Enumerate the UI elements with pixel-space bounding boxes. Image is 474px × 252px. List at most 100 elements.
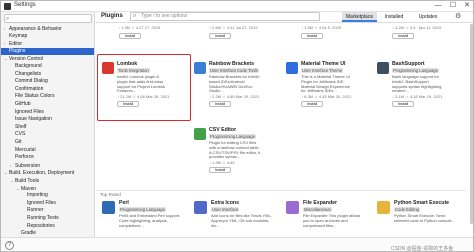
install-button[interactable]: Install xyxy=(301,33,323,39)
sidebar-item-ignored-files[interactable]: Ignored Files xyxy=(1,108,94,117)
sidebar-item-confirmation[interactable]: Confirmation xyxy=(1,85,94,94)
python-smart-execute-icon xyxy=(377,201,390,214)
sidebar-item-running-tests[interactable]: Running Tests xyxy=(1,215,94,223)
extra-icons-icon xyxy=(194,201,207,214)
plugin-tag: Programming Language xyxy=(209,134,256,139)
marketplace-search-input[interactable]: ⌕ Type / to see options xyxy=(130,12,320,21)
sidebar-item-editor[interactable]: › Editor xyxy=(1,40,94,48)
sidebar-item-perforce[interactable]: Perforce xyxy=(1,154,94,162)
plugin-card-rainbow-brackets[interactable]: Rainbow Brackets User Interface Code Too… xyxy=(192,60,262,120)
plugin-tag: Miscellaneous xyxy=(303,207,332,212)
plugin-meta: ↓ 1.9M ☆ 4.65 xyxy=(209,160,235,165)
page-title: Plugins xyxy=(101,13,123,19)
sidebar-item-label: Version Control xyxy=(9,56,44,63)
plugin-card-bashsupport[interactable]: BashSupport Programming Language Bash la… xyxy=(375,60,445,120)
sidebar-item-subversion[interactable]: › Subversion xyxy=(1,162,94,170)
top-row-meta: ↓ 2.6M ☆ 4.41 Jul 27, 2019 xyxy=(209,25,258,30)
sidebar-item-label: Mercurial xyxy=(15,146,36,153)
gear-icon[interactable]: ⚙ xyxy=(455,12,461,22)
sidebar-item-label: Running Tests xyxy=(27,215,59,221)
sidebar-item-label: Git xyxy=(15,139,22,145)
plugin-description: Perl5 and Embedded Perl support. Code hi… xyxy=(119,213,181,228)
sidebar-item-shelf[interactable]: Shelf xyxy=(1,124,94,132)
tab-installed[interactable]: Installed xyxy=(380,12,408,22)
scrollbar[interactable] xyxy=(470,24,473,224)
search-icon: ⌕ xyxy=(133,13,137,19)
sidebar-item-runner[interactable]: Runner xyxy=(1,207,94,215)
sidebar-item-commit-dialog[interactable]: Commit Dialog xyxy=(1,78,94,86)
sidebar-item-label: Commit Dialog xyxy=(15,78,48,85)
plugin-description: Bash language support for IntelliJ. Bash… xyxy=(392,74,443,94)
sidebar-item-background[interactable]: Background xyxy=(1,63,94,71)
sidebar-item-appearance-behavior[interactable]: › Appearance & Behavior xyxy=(1,25,94,33)
sidebar-item-cvs[interactable]: CVS xyxy=(1,131,94,139)
install-button[interactable]: Install xyxy=(301,101,323,107)
install-button[interactable]: Install xyxy=(209,33,231,39)
plugin-tag: Code Editing xyxy=(394,207,420,212)
plugin-name: Material Theme UI xyxy=(301,61,346,67)
top-row-meta: ↓ 4.2M ☆ 4.3 · Apr 11, 2019 xyxy=(392,25,442,30)
plugin-card-material-theme[interactable]: Material Theme UI User Interface Theme T… xyxy=(284,60,354,120)
sidebar-item-github[interactable]: GitHub xyxy=(1,101,94,109)
search-icon: ⌕ xyxy=(6,16,10,22)
sidebar-item-build-execution-deployment[interactable]: ⌄ Build, Execution, Deployment xyxy=(1,169,94,177)
file-expander-icon xyxy=(286,201,299,214)
plugin-card-csv-editor[interactable]: CSV Editor Programming Language Plugin f… xyxy=(192,126,262,186)
settings-search-input[interactable]: ⌕ xyxy=(4,14,92,23)
sidebar-item-label: Build, Execution, Deployment xyxy=(9,170,75,177)
sidebar-item-maven[interactable]: ⌄ Maven xyxy=(1,185,94,193)
sidebar-item-label: Appearance & Behavior xyxy=(9,26,62,32)
watermark: CSDN @掘金-进取的王多鱼 xyxy=(391,246,454,252)
plugin-name: CSV Editor xyxy=(209,127,237,133)
perl-icon xyxy=(102,201,115,214)
sidebar-item-keymap[interactable]: Keymap xyxy=(1,33,94,41)
plugin-description: Add icons for files like Travis YML, App… xyxy=(211,213,272,228)
tab-marketplace[interactable]: Marketplace xyxy=(342,12,377,22)
sidebar-item-git[interactable]: Git xyxy=(1,139,94,147)
tab-updates[interactable]: Updates xyxy=(414,12,442,22)
install-button[interactable]: Install xyxy=(392,33,414,39)
install-button[interactable]: Install xyxy=(119,33,141,39)
sidebar-item-label: Gradle xyxy=(21,230,37,237)
csv-editor-icon xyxy=(194,128,206,140)
help-icon[interactable]: ? xyxy=(5,241,14,250)
footer-bar: ? CSDN @掘金-进取的王多鱼 xyxy=(1,237,473,252)
section-divider xyxy=(96,190,466,191)
install-button[interactable]: Install xyxy=(392,101,414,107)
sidebar-item-label: File Status Colors xyxy=(15,93,55,100)
minimize-button[interactable]: — xyxy=(431,1,445,11)
sidebar-item-version-control[interactable]: ⌄ Version Control xyxy=(1,55,94,63)
sidebar-item-plugins[interactable]: Plugins xyxy=(1,47,94,56)
plugin-name: Python Smart Execute xyxy=(394,200,450,206)
plugin-meta: ↓ 2.2M ☆ 4.85 Mar 29, 2021 xyxy=(209,94,260,99)
top-rated-heading: Top Rated xyxy=(100,192,121,197)
plugin-description: This is a Material Theme UI Plugin for J… xyxy=(301,74,350,94)
plugin-description: File Expander This plugin allows you to … xyxy=(303,213,361,228)
sidebar-item-label: Subversion xyxy=(15,162,41,169)
sidebar-item-file-status-colors[interactable]: File Status Colors xyxy=(1,93,94,101)
plugin-tag: Programming Language xyxy=(119,207,166,212)
install-button[interactable]: Install xyxy=(209,101,231,107)
sidebar-item-label: Plugins xyxy=(9,47,26,54)
sidebar-item-repositories[interactable]: Repositories xyxy=(1,223,94,231)
install-button[interactable]: Install xyxy=(209,167,231,173)
plugin-name: BashSupport xyxy=(392,61,425,67)
sidebar-item-label: Runner xyxy=(27,207,44,214)
plugin-description: Rainbow Brackets for IntelliJ based IDEs… xyxy=(209,74,260,94)
sidebar-item-label: Confirmation xyxy=(15,85,44,92)
close-button[interactable]: ✕ xyxy=(460,1,473,11)
sidebar-item-label: Ignored Files xyxy=(15,108,44,115)
sidebar-item-changelists[interactable]: Changelists xyxy=(1,71,94,79)
sidebar-item-importing[interactable]: Importing xyxy=(1,192,94,200)
sidebar-item-ignored-files[interactable]: Ignored Files xyxy=(1,200,94,208)
sidebar-item-build-tools[interactable]: ⌄ Build Tools xyxy=(1,177,94,185)
sidebar-item-mercurial[interactable]: Mercurial xyxy=(1,146,94,155)
header-divider xyxy=(96,22,473,23)
highlight-box xyxy=(97,54,191,121)
sidebar-item-issue-navigation[interactable]: Issue Navigation xyxy=(1,116,94,124)
plugin-tag: User Interface xyxy=(301,68,330,73)
plugin-tag: User Interface xyxy=(209,68,238,73)
maximize-button[interactable]: ☐ xyxy=(446,1,460,11)
top-row-meta: ↓ 1.3M ☆ 4.27 17, 2019 xyxy=(118,25,161,30)
plugin-tag: Theme xyxy=(328,68,344,73)
